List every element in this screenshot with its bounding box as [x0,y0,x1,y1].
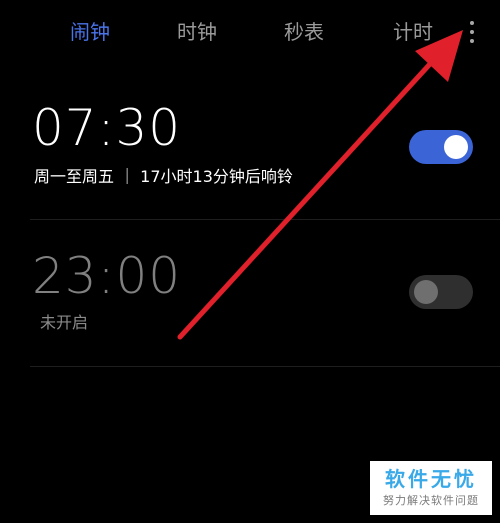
annotation-arrow-icon [177,30,463,340]
watermark-logo: 软件无忧 努力解决软件问题 [370,461,492,515]
watermark-title: 软件无忧 [385,467,477,491]
watermark-subtitle: 努力解决软件问题 [383,494,479,507]
